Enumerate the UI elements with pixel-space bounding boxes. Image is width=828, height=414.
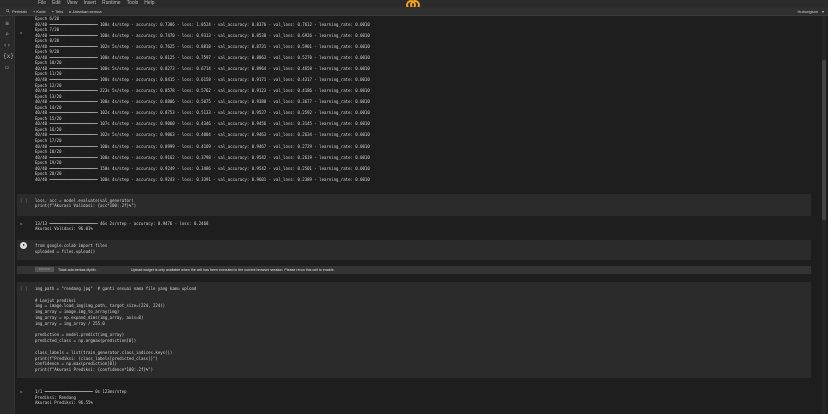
command-search[interactable]: Perintah <box>6 9 27 14</box>
toolbar: Perintah + Kode + Teks ▸ Jalankan semua … <box>0 7 828 16</box>
log-line: 40/40 ━━━━━━━━━━━━━━━━━━━━ 100s 4s/step … <box>35 77 370 83</box>
menu-bar: File Edit View Insert Runtime Tools Help <box>38 0 155 7</box>
output-line: 1/1 ━━━━━━━━━━━━━━━━━━━━ 0s 123ms/step <box>35 389 127 394</box>
add-code-button[interactable]: + Kode <box>33 9 46 14</box>
prediction-confidence: Akurasi Prediksi: 96.55% <box>35 400 93 405</box>
no-file-label: Tidak ada berkas dipilih. <box>58 268 97 272</box>
variables-icon[interactable]: {x} <box>3 53 14 60</box>
menu-edit[interactable]: Edit <box>52 0 61 7</box>
scrollbar-thumb[interactable] <box>822 60 826 220</box>
files-icon[interactable]: ▭ <box>3 64 11 71</box>
add-text-button[interactable]: + Teks <box>52 9 64 14</box>
upload-widget-notice: Pilih File Tidak ada berkas dipilih. Upl… <box>17 266 811 274</box>
log-line: 40/40 ━━━━━━━━━━━━━━━━━━━━ 150s 4s/step … <box>35 165 370 171</box>
prediction-result: Prediksi: Rendang <box>35 394 76 400</box>
code-line: class_labels = list(train_generator.clas… <box>35 349 173 355</box>
code-line: confidence = np.max(prediction[0]) <box>35 361 117 367</box>
code-line: img_array = img_array / 255.0 <box>35 320 105 326</box>
choose-file-button[interactable]: Pilih File <box>35 267 54 272</box>
code-line: img_array = np.expand_dims(img_array, ax… <box>35 315 144 320</box>
log-line: 40/40 ━━━━━━━━━━━━━━━━━━━━ 100s 4s/step … <box>35 21 370 27</box>
menu-tools[interactable]: Tools <box>127 0 139 7</box>
log-line: 40/40 ━━━━━━━━━━━━━━━━━━━━ 102s 4s/step … <box>35 110 370 116</box>
code-icon[interactable]: ‹› <box>3 42 11 49</box>
rerun-warning: Upload widget is only available when the… <box>131 268 335 272</box>
connect-button[interactable]: Hubungkan <box>798 9 818 14</box>
cell-run-bracket[interactable]: [ ] <box>20 286 30 291</box>
training-log: Epoch 6/20 40/40 ━━━━━━━━━━━━━━━━━━━━ 100… <box>35 16 370 182</box>
code-cell-evaluate[interactable]: [ ] loss, acc = model.evaluate(val_gener… <box>17 194 811 216</box>
log-line: 40/40 ━━━━━━━━━━━━━━━━━━━━ 100s 5s/step … <box>35 65 370 71</box>
menu-insert[interactable]: Insert <box>83 0 96 7</box>
code-line: print(f"Akurasi Prediksi: {confidence*10… <box>35 367 154 373</box>
predict-output: ⇆ 1/1 ━━━━━━━━━━━━━━━━━━━━ 0s 123ms/step… <box>17 386 811 410</box>
output-options-icon[interactable]: ⇆ <box>20 30 30 35</box>
cell-run-bracket[interactable]: [ ] <box>20 198 30 203</box>
run-all-button[interactable]: ▸ Jalankan semua <box>69 9 101 14</box>
code-cell-upload[interactable]: from google.colab import files uploaded … <box>17 240 811 260</box>
code-line: img_path = "rendang.jpg" # ganti sesuai … <box>35 286 197 291</box>
code-cell-predict[interactable]: [ ] img_path = "rendang.jpg" # ganti ses… <box>17 282 811 378</box>
code-line: img = image.load_img(img_path, target_si… <box>35 303 166 309</box>
menu-help[interactable]: Help <box>144 0 154 7</box>
evaluate-output: ⇆ 13/13 ━━━━━━━━━━━━━━━━━━━━ 46s 2s/step… <box>17 218 811 232</box>
log-line: 40/40 ━━━━━━━━━━━━━━━━━━━━ 223s 5s/step … <box>35 88 370 94</box>
title-bar: File Edit View Insert Runtime Tools Help <box>0 0 828 10</box>
search-icon <box>6 9 10 13</box>
run-cell-button[interactable] <box>20 242 27 249</box>
menu-icon[interactable]: ≡ <box>3 20 11 27</box>
log-line: 40/40 ━━━━━━━━━━━━━━━━━━━━ 102s 5s/step … <box>35 132 370 138</box>
code-line: uploaded = files.upload() <box>35 249 96 254</box>
code-line: # Lanjut prediksi <box>35 297 76 303</box>
left-sidebar: ≡ ⌕ ‹› {x} ▭ <box>0 16 15 414</box>
log-line: 40/40 ━━━━━━━━━━━━━━━━━━━━ 100s 4s/step … <box>35 143 370 149</box>
code-line: print(f"Prediksi: {class_labels[predicte… <box>35 355 158 361</box>
search-label: Perintah <box>12 8 27 14</box>
code-line: predicted_class = np.argmax(prediction[0… <box>35 338 137 344</box>
log-line: 40/40 ━━━━━━━━━━━━━━━━━━━━ 100s 4s/step … <box>35 154 370 160</box>
output-options-icon[interactable]: ⇆ <box>20 389 30 394</box>
log-line: 40/40 ━━━━━━━━━━━━━━━━━━━━ 100s 4s/step … <box>35 99 370 105</box>
chevron-down-icon[interactable]: ▾ <box>822 9 824 14</box>
output-line: Akurasi Validasi: 96.01% <box>35 226 93 231</box>
code-line: img_array = image.img_to_array(img) <box>35 309 120 315</box>
log-line: 40/40 ━━━━━━━━━━━━━━━━━━━━ 100s 4s/step … <box>35 54 370 60</box>
training-output: ⇆ Epoch 6/20 40/40 ━━━━━━━━━━━━━━━━━━━━ 1… <box>17 16 811 188</box>
log-line: 40/40 ━━━━━━━━━━━━━━━━━━━━ 100s 4s/step … <box>35 32 370 38</box>
output-options-icon[interactable]: ⇆ <box>20 221 30 226</box>
menu-runtime[interactable]: Runtime <box>102 0 121 7</box>
code-line: prediction = model.predict(img_array) <box>35 332 125 338</box>
log-line: 40/40 ━━━━━━━━━━━━━━━━━━━━ 107s 4s/step … <box>35 121 370 127</box>
search-icon[interactable]: ⌕ <box>3 31 11 38</box>
code-line: from google.colab import files <box>35 243 108 248</box>
log-line: 40/40 ━━━━━━━━━━━━━━━━━━━━ 100s 4s/step … <box>35 176 370 182</box>
code-line: print(f"Akurasi Validasi: {acc*100:.2f}%… <box>35 203 137 208</box>
log-line: 40/40 ━━━━━━━━━━━━━━━━━━━━ 102s 5s/step … <box>35 43 370 49</box>
menu-file[interactable]: File <box>38 0 46 7</box>
menu-view[interactable]: View <box>67 0 78 7</box>
